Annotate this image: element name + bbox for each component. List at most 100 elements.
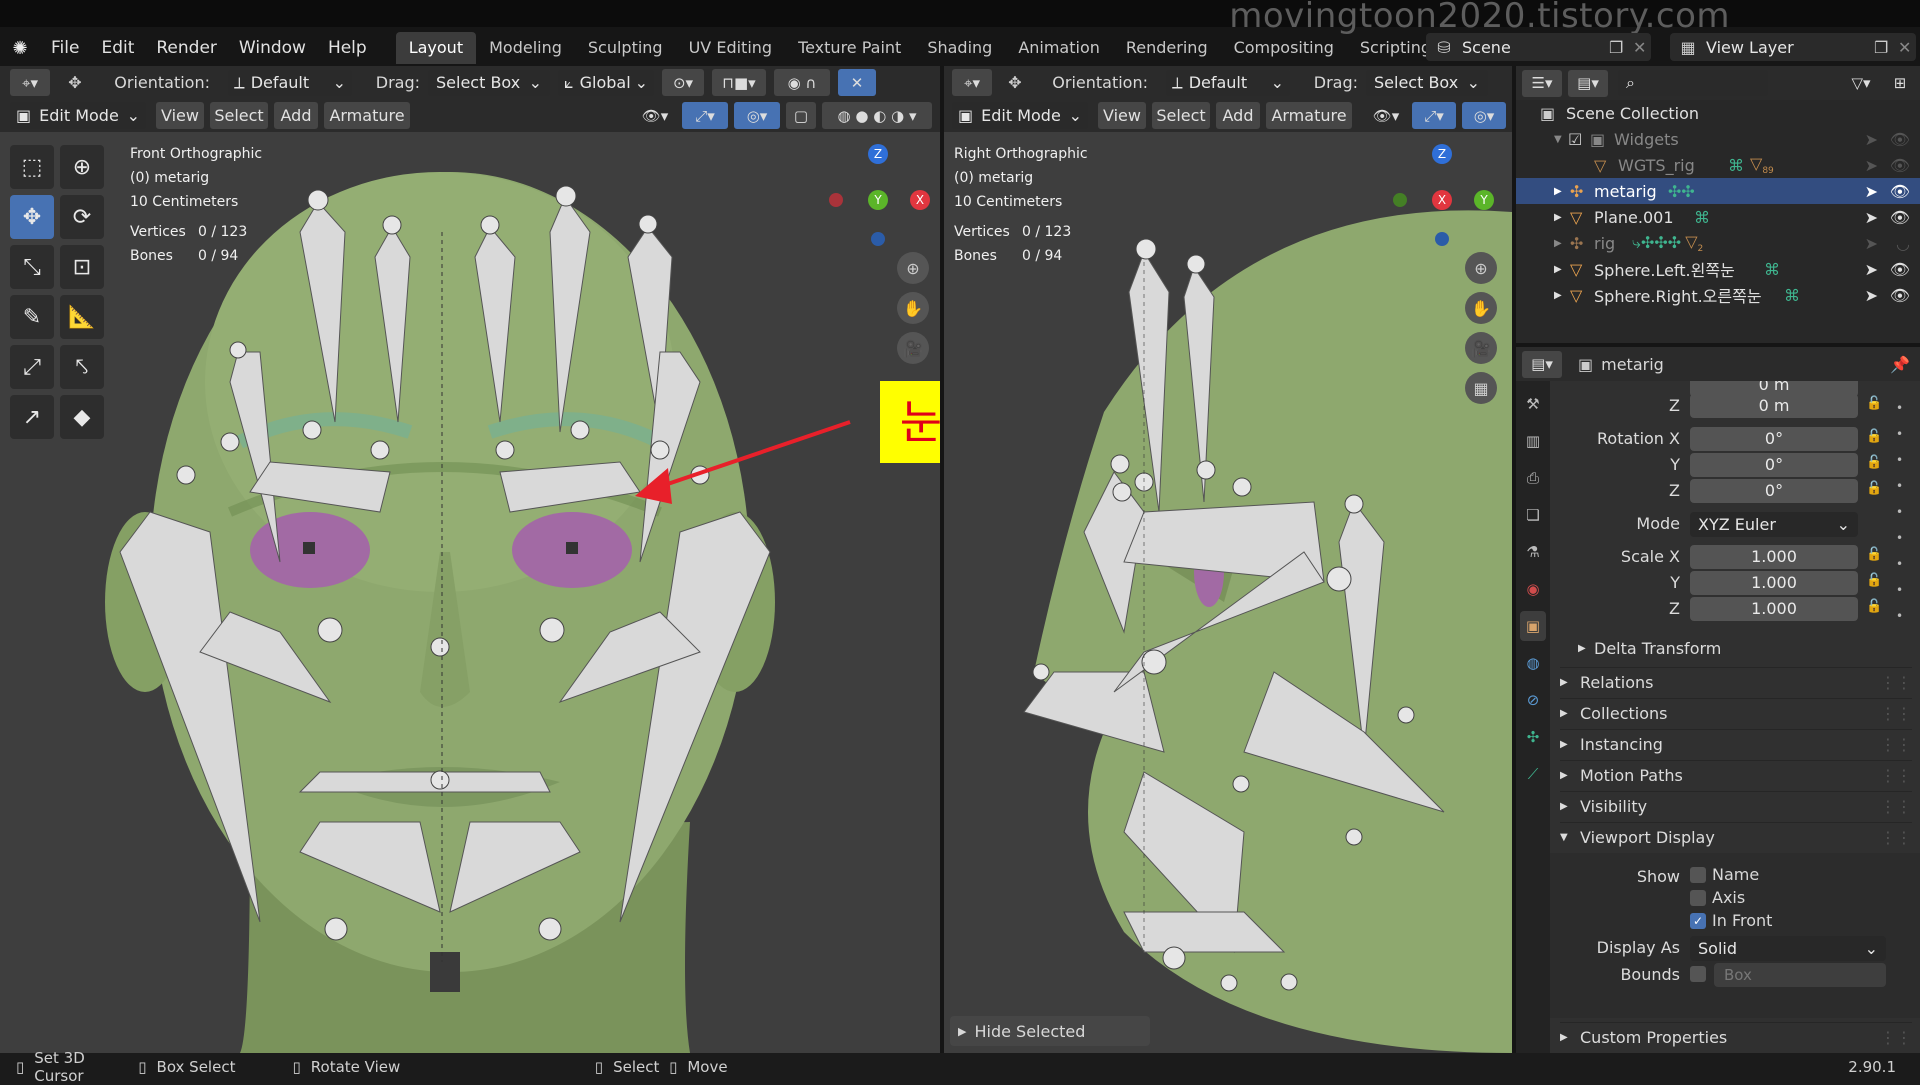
measure-tool-icon[interactable]: 📐 [60,295,104,339]
camera-icon[interactable]: 🎥 [1465,332,1497,364]
outliner-item-plane[interactable]: ▶ ▽ Plane.001 ⌘ ➤ 👁 [1516,204,1920,230]
rotate-tool-icon[interactable]: ⟳ [60,195,104,239]
visibility-filter-icon[interactable]: 👁▾ [1366,102,1406,129]
view-layer-tab-icon[interactable]: ❏ [1520,500,1546,530]
scale-z-field[interactable]: 1.000 [1690,597,1858,621]
panel-instancing[interactable]: ▶ Instancing ⋮⋮ [1560,729,1912,759]
transform-space-dropdown[interactable]: ⟀ Global ⌄ [558,69,654,96]
scale-x-field[interactable]: 1.000 [1690,545,1858,569]
new-collection-icon[interactable]: ⊞ [1886,70,1914,97]
select-arrow-icon[interactable]: ➤ [1865,156,1878,175]
rotation-x-field[interactable]: 0° [1690,427,1858,451]
panel-delta-transform[interactable]: ▶ Delta Transform [1578,634,1908,664]
bone-tab-icon[interactable]: ⟋ [1520,759,1546,789]
tab-sculpting[interactable]: Sculpting [575,32,676,64]
zoom-icon[interactable]: ⊕ [897,252,929,284]
checkbox-icon[interactable]: ☑ [1568,130,1590,149]
gizmo-neg-x[interactable] [829,193,843,207]
select-arrow-icon[interactable]: ➤ [1865,208,1878,227]
show-axis-checkbox[interactable]: Axis [1690,888,1745,907]
scene-selector[interactable]: ⛁ Scene ❐ ✕ [1426,33,1651,61]
drag-handle-icon[interactable]: ⋮⋮ [1880,730,1912,760]
bone-size-tool-icon[interactable]: ⤣ [60,345,104,389]
menu-view[interactable]: View [156,102,204,129]
overlay-toggle-icon[interactable]: ◎▾ [734,102,780,129]
mirror-x-icon[interactable]: ✕ [838,69,876,96]
output-tab-icon[interactable]: ⎙ [1520,463,1546,493]
pivot-point-icon[interactable]: ⊙▾ [662,69,704,96]
drag-handle-icon[interactable]: ⋮⋮ [1880,699,1912,729]
proportional-edit-icon[interactable]: ◉ ∩ [774,69,830,96]
right-3d-viewport[interactable]: Right Orthographic (0) metarig 10 Centim… [944,132,1512,1053]
menu-add[interactable]: Add [274,102,318,129]
hide-selected-panel[interactable]: ▶ Hide Selected [950,1016,1150,1046]
tab-animation[interactable]: Animation [1005,32,1113,64]
blender-logo-icon[interactable]: ✺ [0,38,40,59]
editor-type-icon[interactable]: ▤▾ [1522,350,1562,378]
panel-motion-paths[interactable]: ▶ Motion Paths ⋮⋮ [1560,760,1912,790]
navigation-gizmo[interactable]: Z X Y [1389,144,1499,246]
pan-hand-icon[interactable]: ✋ [897,292,929,324]
menu-armature[interactable]: Armature [1266,102,1352,129]
tab-rendering[interactable]: Rendering [1113,32,1221,64]
tab-compositing[interactable]: Compositing [1221,32,1347,64]
lock-icon[interactable]: 🔓 [1866,547,1882,562]
tool-tab-icon[interactable]: ⚒ [1520,389,1546,419]
eye-icon[interactable]: 👁 [1890,130,1910,149]
annotate-tool-icon[interactable]: ✎ [10,295,54,339]
drag-handle-icon[interactable]: ⋮⋮ [1880,668,1912,698]
menu-window[interactable]: Window [228,33,317,63]
gizmo-x-axis[interactable]: X [910,190,930,210]
location-z-field[interactable]: 0 m [1690,394,1858,418]
menu-select[interactable]: Select [210,102,268,129]
lock-icon[interactable]: 🔓 [1866,455,1882,470]
show-name-checkbox[interactable]: Name [1690,865,1759,884]
panel-relations[interactable]: ▶ Relations ⋮⋮ [1560,667,1912,697]
select-arrow-icon[interactable]: ➤ [1865,260,1878,279]
view-layer-selector[interactable]: ▦ View Layer ❐ ✕ [1670,33,1916,61]
panel-collections[interactable]: ▶ Collections ⋮⋮ [1560,698,1912,728]
gizmo-x-axis[interactable]: X [1432,190,1452,210]
gizmo-toggle-icon[interactable]: ⤢▾ [1412,102,1456,129]
orientation-dropdown[interactable]: ⟂ Default ⌄ [228,69,352,96]
outliner-item-wgts-rig[interactable]: ▽ WGTS_rig ⌘ ▽89 ➤ 👁 [1516,152,1920,178]
select-arrow-icon[interactable]: ➤ [1865,234,1878,253]
tab-modeling[interactable]: Modeling [476,32,575,64]
navigation-gizmo[interactable]: Z Y X [825,144,935,246]
shading-mode-icons[interactable]: ◍ ● ◐ ◑ ▾ [822,102,932,129]
tab-uv-editing[interactable]: UV Editing [676,32,785,64]
editor-type-icon[interactable]: ⌖▾ [952,69,992,96]
tab-texture-paint[interactable]: Texture Paint [785,32,914,64]
cursor-tool-icon[interactable]: ⊕ [60,145,104,189]
visibility-filter-icon[interactable]: 👁▾ [634,102,676,129]
display-as-dropdown[interactable]: Solid ⌄ [1690,936,1886,961]
panel-viewport-display[interactable]: ▼ Viewport Display ⋮⋮ [1560,822,1912,852]
eye-icon[interactable]: 👁 [1890,156,1910,175]
copy-scene-icon[interactable]: ❐ [1609,38,1633,57]
bounds-checkbox[interactable] [1690,966,1706,982]
editor-type-icon[interactable]: ⌖▾ [10,69,50,96]
eye-closed-icon[interactable]: ◡ [1896,234,1910,253]
roll-tool-icon[interactable]: ⤢ [10,345,54,389]
snap-icon[interactable]: ⊓■▾ [712,69,766,96]
gizmo-neg-z[interactable] [1435,232,1449,246]
drag-handle-icon[interactable]: ⋮⋮ [1880,823,1912,853]
drag-handle-icon[interactable]: ⋮⋮ [1880,1023,1912,1053]
gizmo-neg-z[interactable] [871,232,885,246]
outliner-search-input[interactable]: ⌕ [1618,70,1768,96]
scale-y-field[interactable]: 1.000 [1690,571,1858,595]
gizmo-neg-y[interactable] [1393,193,1407,207]
left-3d-viewport[interactable]: Front Orthographic (0) metarig 10 Centim… [0,132,940,1053]
copy-view-layer-icon[interactable]: ❐ [1874,38,1898,57]
gizmo-z-axis[interactable]: Z [1432,144,1452,164]
close-scene-icon[interactable]: ✕ [1633,38,1651,57]
show-in-front-checkbox[interactable]: ✓ In Front [1690,911,1772,930]
extrude-tool-icon[interactable]: ↗ [10,395,54,439]
lock-icon[interactable]: 🔓 [1866,396,1882,411]
lock-icon[interactable]: 🔓 [1866,573,1882,588]
tab-layout[interactable]: Layout [395,32,477,64]
scene-collection-row[interactable]: ▣ Scene Collection [1516,100,1920,126]
menu-add[interactable]: Add [1216,102,1260,129]
menu-file[interactable]: File [40,33,90,63]
eye-icon[interactable]: 👁 [1890,182,1910,201]
